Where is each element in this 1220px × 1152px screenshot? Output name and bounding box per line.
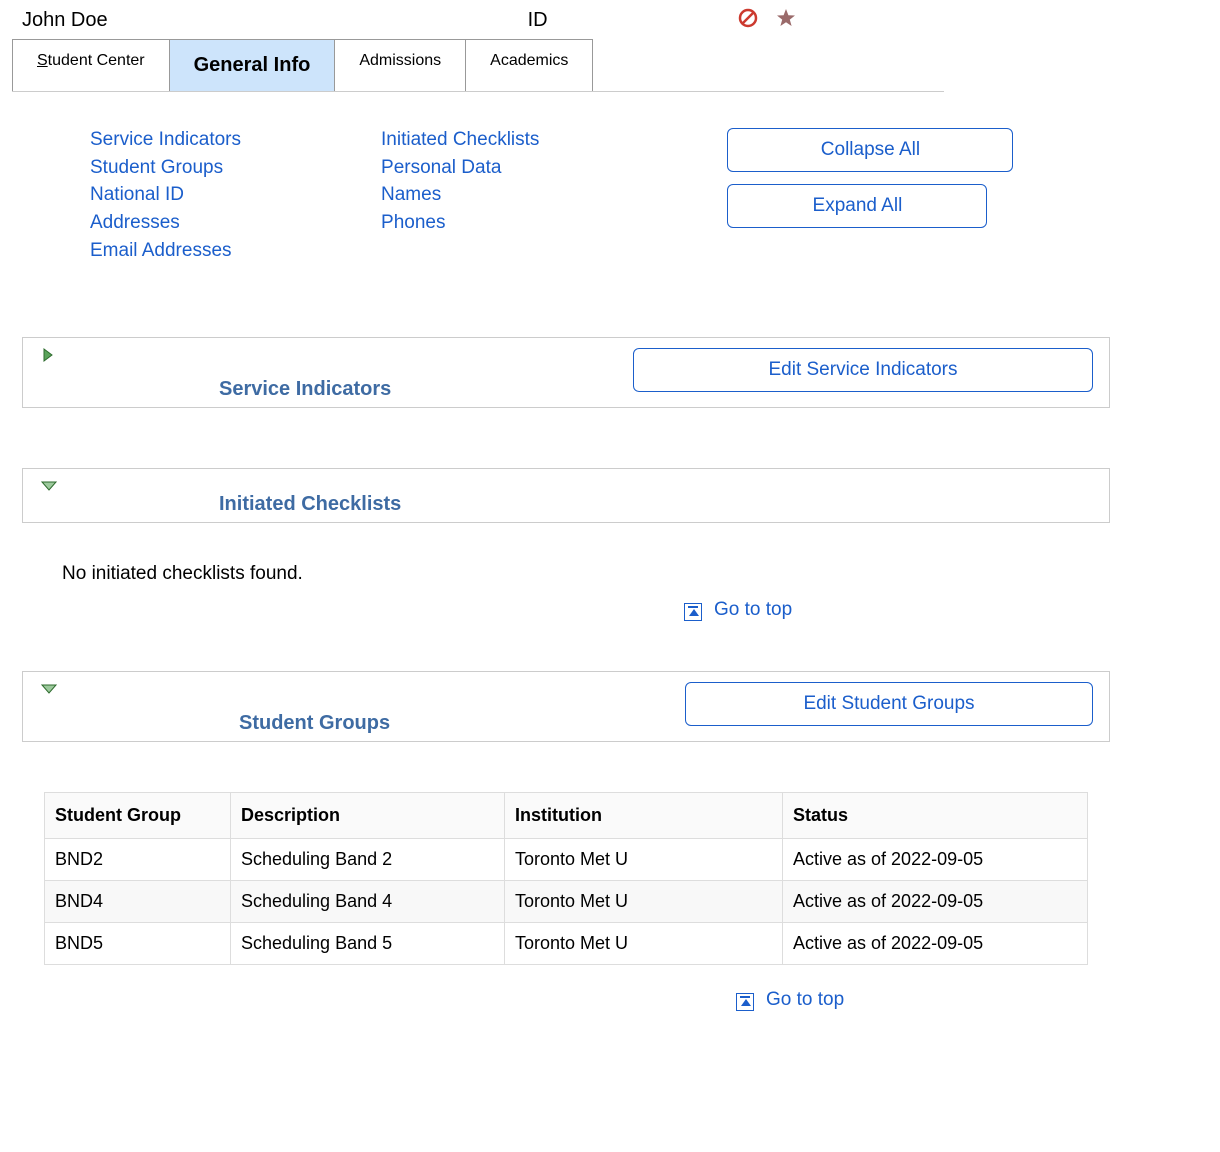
link-student-groups[interactable]: Student Groups [90,156,241,181]
cell: Scheduling Band 2 [231,839,505,881]
expand-down-icon[interactable] [41,682,57,700]
col-institution: Institution [505,793,783,839]
tab-academics[interactable]: Academics [465,39,593,91]
tab-label: tudent Center [48,52,145,69]
link-national-id[interactable]: National ID [90,183,241,208]
cell: Active as of 2022-09-05 [783,923,1088,965]
link-service-indicators[interactable]: Service Indicators [90,128,241,153]
cell: BND5 [45,923,231,965]
student-name: John Doe [22,9,108,32]
table-row: BND4 Scheduling Band 4 Toronto Met U Act… [45,881,1088,923]
link-column-1: Service Indicators Student Groups Nation… [90,128,241,263]
go-to-top-icon[interactable] [736,993,754,1011]
link-initiated-checklists[interactable]: Initiated Checklists [381,128,539,153]
link-names[interactable]: Names [381,183,539,208]
section-service-indicators: Edit Service Indicators Service Indicato… [22,337,1110,408]
section-title: Initiated Checklists [219,493,401,515]
section-title: Service Indicators [219,378,391,400]
link-phones[interactable]: Phones [381,211,539,236]
cell: Scheduling Band 4 [231,881,505,923]
cell: Active as of 2022-09-05 [783,839,1088,881]
cell: Toronto Met U [505,839,783,881]
table-row: BND2 Scheduling Band 2 Toronto Met U Act… [45,839,1088,881]
no-entry-icon[interactable] [738,8,758,33]
go-to-top-link[interactable]: Go to top [714,599,792,621]
table-row: BND5 Scheduling Band 5 Toronto Met U Act… [45,923,1088,965]
cell: Toronto Met U [505,881,783,923]
cell: Toronto Met U [505,923,783,965]
col-status: Status [783,793,1088,839]
tab-general-info[interactable]: General Info [169,39,336,91]
link-personal-data[interactable]: Personal Data [381,156,539,181]
link-email-addresses[interactable]: Email Addresses [90,239,241,264]
id-label: ID [528,9,548,32]
student-groups-table: Student Group Description Institution St… [44,792,1088,965]
link-column-2: Initiated Checklists Personal Data Names… [381,128,539,263]
link-addresses[interactable]: Addresses [90,211,241,236]
tab-bar: Student Center General Info Admissions A… [12,39,944,92]
cell: BND4 [45,881,231,923]
cell: Active as of 2022-09-05 [783,881,1088,923]
cell: Scheduling Band 5 [231,923,505,965]
section-initiated-checklists: Initiated Checklists [22,468,1110,523]
go-to-top-icon[interactable] [684,603,702,621]
go-to-top-link[interactable]: Go to top [766,989,844,1011]
cell: BND2 [45,839,231,881]
empty-checklists-message: No initiated checklists found. [62,563,1220,585]
expand-down-icon[interactable] [41,479,57,497]
col-student-group: Student Group [45,793,231,839]
section-title: Student Groups [239,712,390,734]
tab-student-center[interactable]: Student Center [12,39,170,91]
collapse-all-button[interactable]: Collapse All [727,128,1013,172]
tab-prefix: S [37,52,48,69]
edit-student-groups-button[interactable]: Edit Student Groups [685,682,1093,726]
star-icon[interactable] [776,8,796,33]
col-description: Description [231,793,505,839]
expand-all-button[interactable]: Expand All [727,184,987,228]
tab-admissions[interactable]: Admissions [334,39,466,91]
section-student-groups: Edit Student Groups Student Groups [22,671,1110,742]
edit-service-indicators-button[interactable]: Edit Service Indicators [633,348,1093,392]
expand-right-icon[interactable] [41,348,55,367]
